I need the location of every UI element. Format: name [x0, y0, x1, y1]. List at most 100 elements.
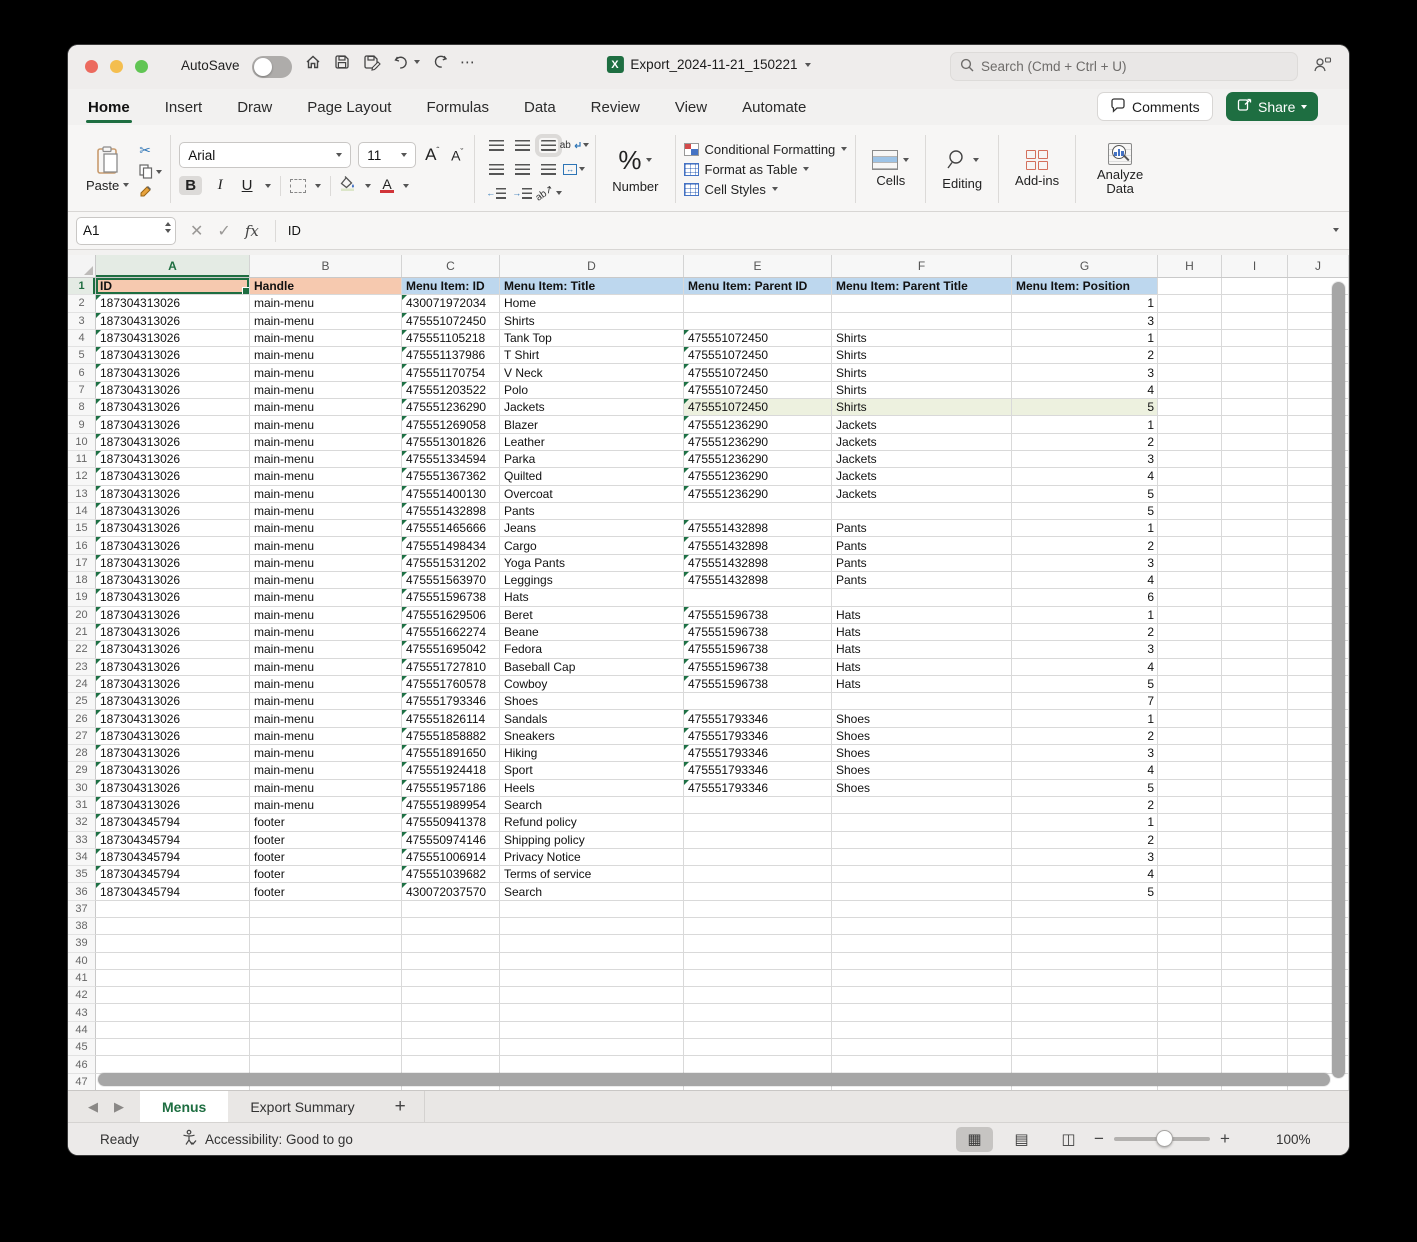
- cell-B17[interactable]: main-menu: [250, 555, 402, 572]
- cell-G12[interactable]: 4: [1012, 468, 1158, 485]
- cell-B6[interactable]: main-menu: [250, 364, 402, 381]
- cell-B1[interactable]: Handle: [250, 278, 402, 295]
- cell-F43[interactable]: [832, 1004, 1012, 1021]
- cell-E38[interactable]: [684, 918, 832, 935]
- cell-E15[interactable]: 475551432898: [684, 520, 832, 537]
- cell-B19[interactable]: main-menu: [250, 589, 402, 606]
- row-header-45[interactable]: 45: [68, 1039, 96, 1056]
- cell-F16[interactable]: Pants: [832, 537, 1012, 554]
- cell-B25[interactable]: main-menu: [250, 693, 402, 710]
- row-header-25[interactable]: 25: [68, 693, 96, 710]
- cell-I4[interactable]: [1222, 330, 1288, 347]
- cell-B30[interactable]: main-menu: [250, 780, 402, 797]
- cell-E36[interactable]: [684, 883, 832, 900]
- cell-E11[interactable]: 475551236290: [684, 451, 832, 468]
- formula-bar-expand-icon[interactable]: [1333, 228, 1339, 232]
- cancel-icon[interactable]: ✕: [190, 221, 203, 241]
- cell-C3[interactable]: 475551072450: [402, 313, 500, 330]
- cell-C9[interactable]: 475551269058: [402, 416, 500, 433]
- font-name-select[interactable]: Arial: [179, 142, 351, 168]
- cell-I5[interactable]: [1222, 347, 1288, 364]
- cell-H15[interactable]: [1158, 520, 1222, 537]
- tab-page-layout[interactable]: Page Layout: [305, 93, 393, 122]
- cell-B22[interactable]: main-menu: [250, 641, 402, 658]
- cell-B31[interactable]: main-menu: [250, 797, 402, 814]
- cell-I43[interactable]: [1222, 1004, 1288, 1021]
- cell-F22[interactable]: Hats: [832, 641, 1012, 658]
- cell-F38[interactable]: [832, 918, 1012, 935]
- cell-H12[interactable]: [1158, 468, 1222, 485]
- row-header-4[interactable]: 4: [68, 330, 96, 347]
- cell-D42[interactable]: [500, 987, 684, 1004]
- row-header-44[interactable]: 44: [68, 1022, 96, 1039]
- row-header-1[interactable]: 1: [68, 278, 96, 295]
- cell-F6[interactable]: Shirts: [832, 364, 1012, 381]
- tab-data[interactable]: Data: [522, 93, 558, 122]
- comments-button[interactable]: Comments: [1097, 92, 1213, 121]
- cell-E26[interactable]: 475551793346: [684, 710, 832, 727]
- cell-C40[interactable]: [402, 953, 500, 970]
- cell-A42[interactable]: [96, 987, 250, 1004]
- cell-I19[interactable]: [1222, 589, 1288, 606]
- cell-E14[interactable]: [684, 503, 832, 520]
- align-top-icon[interactable]: [489, 140, 504, 151]
- cell-D44[interactable]: [500, 1022, 684, 1039]
- row-header-15[interactable]: 15: [68, 520, 96, 537]
- cell-I6[interactable]: [1222, 364, 1288, 381]
- cell-H30[interactable]: [1158, 780, 1222, 797]
- column-header-c[interactable]: C: [402, 255, 500, 277]
- cell-B32[interactable]: footer: [250, 814, 402, 831]
- cell-H4[interactable]: [1158, 330, 1222, 347]
- cell-I46[interactable]: [1222, 1056, 1288, 1073]
- cell-I3[interactable]: [1222, 313, 1288, 330]
- cell-A22[interactable]: 187304313026: [96, 641, 250, 658]
- cell-A19[interactable]: 187304313026: [96, 589, 250, 606]
- cell-B24[interactable]: main-menu: [250, 676, 402, 693]
- cell-I22[interactable]: [1222, 641, 1288, 658]
- cell-F10[interactable]: Jackets: [832, 434, 1012, 451]
- cell-E10[interactable]: 475551236290: [684, 434, 832, 451]
- cell-F34[interactable]: [832, 849, 1012, 866]
- cell-C24[interactable]: 475551760578: [402, 676, 500, 693]
- cell-I16[interactable]: [1222, 537, 1288, 554]
- row-header-36[interactable]: 36: [68, 883, 96, 900]
- cell-B34[interactable]: footer: [250, 849, 402, 866]
- cell-D34[interactable]: Privacy Notice: [500, 849, 684, 866]
- cell-E22[interactable]: 475551596738: [684, 641, 832, 658]
- column-header-f[interactable]: F: [832, 255, 1012, 277]
- cell-C43[interactable]: [402, 1004, 500, 1021]
- cell-F7[interactable]: Shirts: [832, 382, 1012, 399]
- cell-G11[interactable]: 3: [1012, 451, 1158, 468]
- cell-C20[interactable]: 475551629506: [402, 607, 500, 624]
- cell-I11[interactable]: [1222, 451, 1288, 468]
- borders-dropdown-icon[interactable]: [315, 184, 321, 188]
- cell-D45[interactable]: [500, 1039, 684, 1056]
- cell-F26[interactable]: Shoes: [832, 710, 1012, 727]
- align-middle-icon[interactable]: [515, 140, 530, 151]
- cell-C14[interactable]: 475551432898: [402, 503, 500, 520]
- cell-D28[interactable]: Hiking: [500, 745, 684, 762]
- cell-I14[interactable]: [1222, 503, 1288, 520]
- align-left-icon[interactable]: [489, 164, 504, 175]
- cell-E13[interactable]: 475551236290: [684, 486, 832, 503]
- cell-B21[interactable]: main-menu: [250, 624, 402, 641]
- cell-I45[interactable]: [1222, 1039, 1288, 1056]
- cell-B43[interactable]: [250, 1004, 402, 1021]
- cell-B38[interactable]: [250, 918, 402, 935]
- cell-G29[interactable]: 4: [1012, 762, 1158, 779]
- row-header-28[interactable]: 28: [68, 745, 96, 762]
- cell-I10[interactable]: [1222, 434, 1288, 451]
- share-people-icon[interactable]: [1312, 56, 1332, 79]
- prev-sheet-icon[interactable]: ◀: [88, 1099, 98, 1115]
- cell-D9[interactable]: Blazer: [500, 416, 684, 433]
- row-header-39[interactable]: 39: [68, 935, 96, 952]
- cell-I9[interactable]: [1222, 416, 1288, 433]
- cell-C34[interactable]: 475551006914: [402, 849, 500, 866]
- row-header-2[interactable]: 2: [68, 295, 96, 312]
- name-box-stepper[interactable]: [165, 222, 171, 233]
- addins-button[interactable]: Add-ins: [1007, 131, 1067, 207]
- cell-C46[interactable]: [402, 1056, 500, 1073]
- cell-B9[interactable]: main-menu: [250, 416, 402, 433]
- cell-B16[interactable]: main-menu: [250, 537, 402, 554]
- cell-B11[interactable]: main-menu: [250, 451, 402, 468]
